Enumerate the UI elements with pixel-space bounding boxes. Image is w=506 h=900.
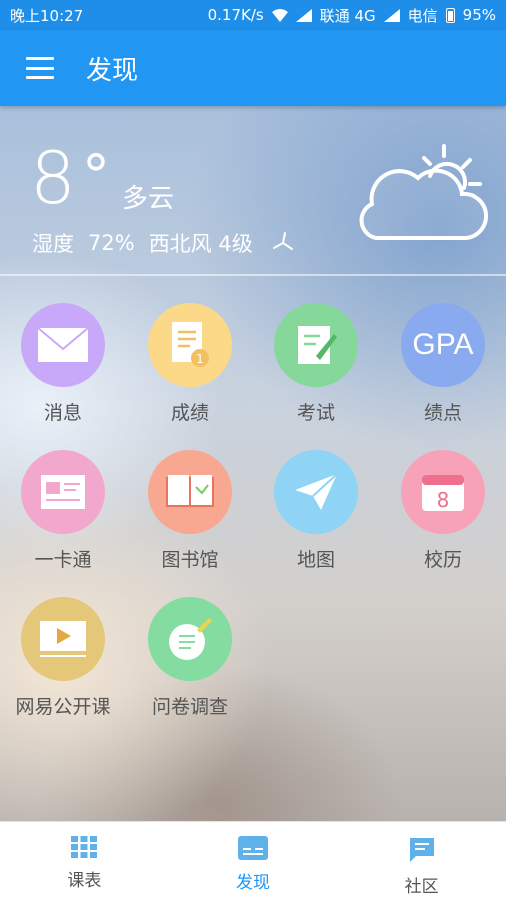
calendar-icon: 8 <box>401 450 485 534</box>
cloudy-icon <box>359 144 488 240</box>
tab-discover[interactable]: 发现 <box>169 822 338 900</box>
book-icon <box>148 450 232 534</box>
windmill-icon <box>272 232 293 250</box>
tab-schedule[interactable]: 课表 <box>0 822 169 900</box>
app-label: 网易公开课 <box>15 696 111 718</box>
status-time: 晚上10:27 <box>10 6 84 25</box>
weather-condition: 多云 <box>122 184 175 214</box>
app-label: 地图 <box>296 549 335 571</box>
bottom-tab-bar: 课表 发现 社区 <box>0 821 506 900</box>
app-library[interactable]: 图书馆 <box>135 450 245 580</box>
app-calendar[interactable]: 8 校历 <box>388 450 498 580</box>
wifi-icon <box>271 8 288 22</box>
app-label: 绩点 <box>423 402 462 424</box>
carrier-1: 联通 4G <box>319 6 376 25</box>
degree-sign: ° <box>82 144 110 209</box>
app-bar: 发现 <box>0 30 506 106</box>
exam-icon <box>274 303 358 387</box>
temperature: 8 <box>30 136 76 220</box>
app-grades[interactable]: 1 成绩 <box>135 303 245 433</box>
signal-icon-2 <box>383 8 400 22</box>
app-label: 成绩 <box>170 402 209 424</box>
envelope-icon <box>21 303 105 387</box>
report-icon: 1 <box>148 303 232 387</box>
humidity-value: 72% <box>88 231 135 255</box>
card-icon <box>21 450 105 534</box>
carrier-2: 电信 <box>407 6 438 25</box>
battery-icon <box>445 7 455 23</box>
tab-label: 课表 <box>67 871 102 891</box>
svg-text:1: 1 <box>196 352 204 366</box>
gpa-text: GPA <box>412 328 474 361</box>
app-survey[interactable]: 问卷调查 <box>135 597 245 727</box>
notebook-icon <box>148 597 232 681</box>
grid-icon <box>71 836 98 858</box>
app-exams[interactable]: 考试 <box>261 303 371 433</box>
weather-details: 湿度 72% 西北风 4级 <box>32 228 295 258</box>
network-speed: 0.17K/s <box>207 6 264 24</box>
tab-label: 发现 <box>236 873 270 893</box>
app-label: 图书馆 <box>161 549 219 571</box>
page-title: 发现 <box>86 55 139 86</box>
app-gpa[interactable]: GPA 绩点 <box>388 303 498 433</box>
humidity-label: 湿度 <box>32 232 74 256</box>
menu-icon[interactable] <box>26 57 54 79</box>
gpa-icon: GPA <box>401 303 485 387</box>
app-label: 校历 <box>423 549 462 571</box>
app-label: 消息 <box>43 402 82 424</box>
weather-panel[interactable]: 8 ° 多云 湿度 72% 西北风 4级 <box>0 106 506 274</box>
status-bar: 晚上10:27 0.17K/s 联通 4G 电信 95% <box>0 0 506 30</box>
app-label: 问卷调查 <box>151 696 228 718</box>
tab-label: 社区 <box>404 877 439 897</box>
app-messages[interactable]: 消息 <box>8 303 118 433</box>
app-label: 一卡通 <box>34 549 92 571</box>
battery-level: 95% <box>462 6 496 24</box>
wind-info: 西北风 4级 <box>148 232 253 256</box>
chat-icon <box>409 838 434 862</box>
app-campus-card[interactable]: 一卡通 <box>8 450 118 580</box>
signal-icon <box>295 8 312 22</box>
weather-divider <box>0 274 506 276</box>
discover-icon <box>238 836 268 860</box>
app-label: 考试 <box>296 402 335 424</box>
calendar-day: 8 <box>437 488 450 512</box>
app-map[interactable]: 地图 <box>261 450 371 580</box>
app-open-course[interactable]: 网易公开课 <box>8 597 118 727</box>
video-icon <box>21 597 105 681</box>
tab-community[interactable]: 社区 <box>337 822 506 900</box>
paper-plane-icon <box>274 450 358 534</box>
